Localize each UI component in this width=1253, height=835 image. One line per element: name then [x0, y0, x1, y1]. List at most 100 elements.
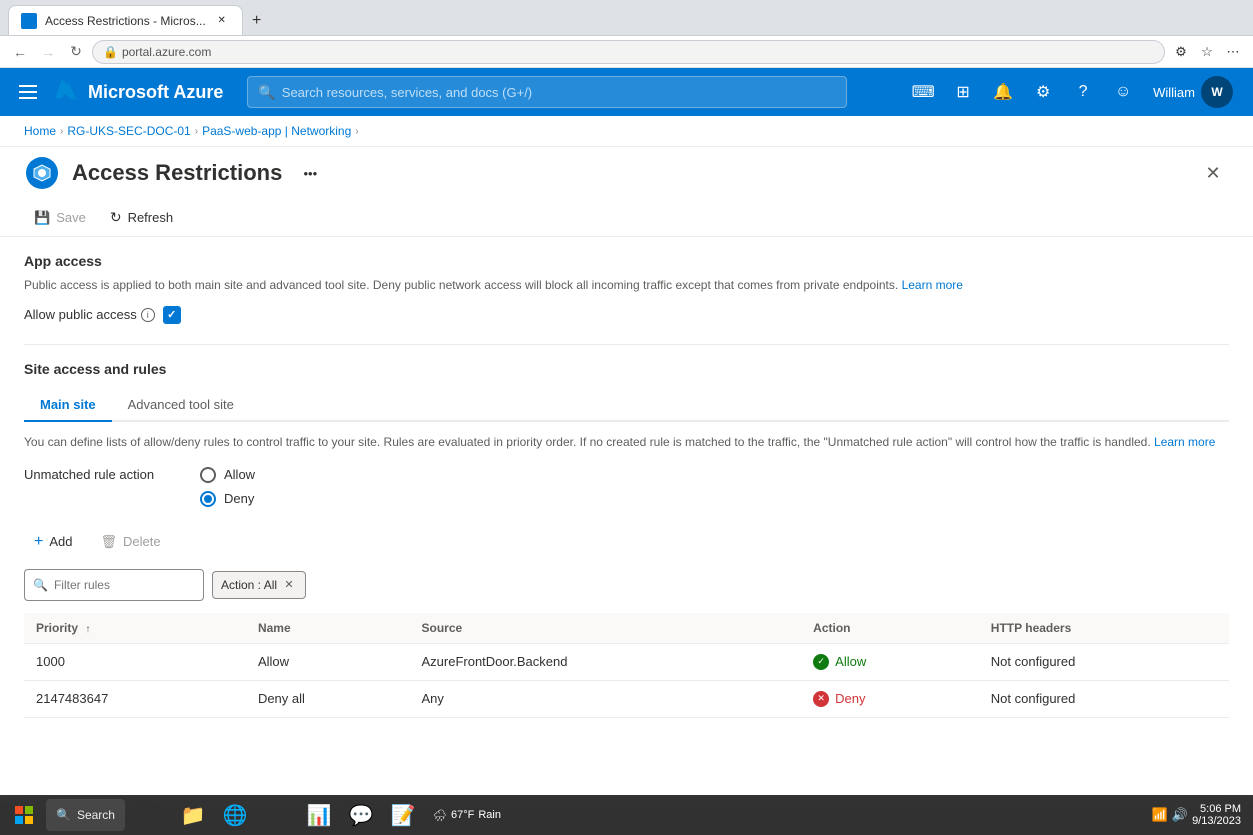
row-2-source: Any	[409, 680, 801, 717]
breadcrumb: Home › RG-UKS-SEC-DOC-01 › PaaS-web-app …	[0, 116, 1253, 147]
breadcrumb-home[interactable]: Home	[24, 124, 56, 138]
taskbar-date-display: 9/13/2023	[1192, 815, 1241, 827]
radio-deny-button[interactable]	[200, 491, 216, 507]
new-tab-button[interactable]: +	[243, 7, 271, 35]
reload-button[interactable]: ↻	[64, 40, 88, 64]
help-button[interactable]: ?	[1065, 74, 1101, 110]
app-access-description: Public access is applied to both main si…	[24, 277, 1229, 294]
taskbar-app-6[interactable]: 💬	[341, 795, 381, 835]
browser-tabs: Access Restrictions - Micros... ✕ +	[8, 0, 271, 35]
col-action[interactable]: Action	[801, 613, 979, 644]
row-1-action-cell: ✓ Allow	[813, 654, 967, 670]
search-input[interactable]	[282, 85, 837, 100]
radio-allow-row: Allow	[200, 467, 255, 483]
weather-desc: Rain	[478, 809, 501, 821]
settings-button[interactable]: ⋯	[1221, 40, 1245, 64]
taskbar-clock[interactable]: 5:06 PM 9/13/2023	[1192, 803, 1241, 827]
taskbar-app-5[interactable]: 📊	[299, 795, 339, 835]
more-options-button[interactable]: •••	[294, 157, 326, 189]
allow-public-checkbox[interactable]	[163, 306, 181, 324]
extensions-button[interactable]: ⚙	[1169, 40, 1193, 64]
col-name[interactable]: Name	[246, 613, 410, 644]
row-1-priority: 1000	[24, 643, 246, 680]
taskbar-app-2[interactable]: 📁	[173, 795, 213, 835]
tab-close-button[interactable]: ✕	[214, 13, 230, 29]
filter-rules-input[interactable]	[54, 578, 195, 592]
refresh-button[interactable]: ↻ Refresh	[100, 203, 183, 232]
row-1-name: Allow	[246, 643, 410, 680]
breadcrumb-networking[interactable]: PaaS-web-app | Networking	[202, 124, 351, 138]
allow-public-label: Allow public access i	[24, 307, 155, 322]
radio-allow-button[interactable]	[200, 467, 216, 483]
filter-chip-close[interactable]: ✕	[281, 577, 297, 593]
user-name: William	[1153, 85, 1195, 100]
table-body: 1000 Allow AzureFrontDoor.Backend ✓ Allo…	[24, 643, 1229, 717]
nav-icons: ⚙ ☆ ⋯	[1169, 40, 1245, 64]
table-header: Priority ↑ Name Source Action	[24, 613, 1229, 644]
user-button[interactable]: William W	[1145, 72, 1241, 112]
start-button[interactable]	[4, 795, 44, 835]
rules-description: You can define lists of allow/deny rules…	[24, 434, 1229, 451]
back-button[interactable]: ←	[8, 40, 32, 64]
close-button[interactable]: ✕	[1197, 157, 1229, 189]
feedback-button[interactable]: ☺	[1105, 74, 1141, 110]
hamburger-button[interactable]	[12, 76, 44, 108]
speaker-icon[interactable]: 🔊	[1172, 807, 1188, 823]
site-access-title: Site access and rules	[24, 361, 1229, 377]
deny-status-icon: ✕	[813, 691, 829, 707]
col-http-headers[interactable]: HTTP headers	[979, 613, 1229, 644]
azure-search-bar[interactable]: 🔍	[247, 76, 847, 108]
taskbar-app-7[interactable]: 📝	[383, 795, 423, 835]
add-rule-button[interactable]: + Add	[24, 527, 82, 557]
user-avatar: W	[1201, 76, 1233, 108]
tab-favicon	[21, 13, 37, 29]
delete-rule-button[interactable]: 🗑 Delete	[90, 528, 170, 556]
address-bar[interactable]: 🔒 portal.azure.com	[92, 40, 1165, 64]
delete-icon: 🗑	[100, 534, 117, 550]
taskbar-search-label: Search	[77, 808, 115, 822]
app-access-learn-more[interactable]: Learn more	[902, 278, 963, 292]
col-priority[interactable]: Priority ↑	[24, 613, 246, 644]
allow-status-icon: ✓	[813, 654, 829, 670]
table-row[interactable]: 1000 Allow AzureFrontDoor.Backend ✓ Allo…	[24, 643, 1229, 680]
filter-input-container[interactable]: 🔍	[24, 569, 204, 601]
tab-title: Access Restrictions - Micros...	[45, 14, 206, 28]
allow-public-info-icon[interactable]: i	[141, 308, 155, 322]
azure-logo[interactable]: Microsoft Azure	[52, 78, 223, 106]
taskbar-search-icon: 🔍	[56, 808, 71, 822]
settings-button[interactable]: ⚙	[1025, 74, 1061, 110]
taskbar-app-1[interactable]: 🗂	[131, 795, 171, 835]
add-icon: +	[34, 533, 43, 551]
sort-icon-priority: ↑	[85, 624, 90, 635]
taskbar-search[interactable]: 🔍 Search	[46, 799, 125, 831]
address-text: portal.azure.com	[122, 45, 211, 59]
azure-brand-name: Microsoft Azure	[88, 82, 223, 103]
tab-advanced-tool-site[interactable]: Advanced tool site	[112, 389, 250, 422]
rules-learn-more[interactable]: Learn more	[1154, 435, 1215, 449]
site-access-section: Site access and rules Main site Advanced…	[24, 361, 1229, 718]
notifications-button[interactable]: 🔔	[985, 74, 1021, 110]
app-access-section: App access Public access is applied to b…	[24, 253, 1229, 324]
favorites-button[interactable]: ☆	[1195, 40, 1219, 64]
radio-allow-label: Allow	[224, 467, 255, 482]
row-1-action-label: Allow	[835, 654, 866, 669]
breadcrumb-sep-1: ›	[60, 126, 63, 137]
col-source[interactable]: Source	[409, 613, 801, 644]
taskbar: 🔍 Search 🗂 📁 🌐 ✉ 📊 💬 📝 🌧 67°F Rain 📶 🔊 5…	[0, 795, 1253, 835]
taskbar-system-icons: 📶 🔊	[1152, 807, 1188, 823]
taskbar-app-4[interactable]: ✉	[257, 795, 297, 835]
tab-main-site[interactable]: Main site	[24, 389, 112, 422]
taskbar-time-display: 5:06 PM	[1192, 803, 1241, 815]
network-icon[interactable]: 📶	[1152, 807, 1168, 823]
active-tab[interactable]: Access Restrictions - Micros... ✕	[8, 5, 243, 35]
save-button[interactable]: 💾 Save	[24, 204, 96, 232]
breadcrumb-rg[interactable]: RG-UKS-SEC-DOC-01	[67, 124, 190, 138]
section-divider	[24, 344, 1229, 345]
directory-button[interactable]: ⊞	[945, 74, 981, 110]
weather-icon: 🌧	[433, 809, 447, 822]
table-row[interactable]: 2147483647 Deny all Any ✕ Deny Not confi…	[24, 680, 1229, 717]
taskbar-app-3[interactable]: 🌐	[215, 795, 255, 835]
cloud-shell-button[interactable]: ⌨	[905, 74, 941, 110]
forward-button[interactable]: →	[36, 40, 60, 64]
breadcrumb-sep-2: ›	[195, 126, 198, 137]
